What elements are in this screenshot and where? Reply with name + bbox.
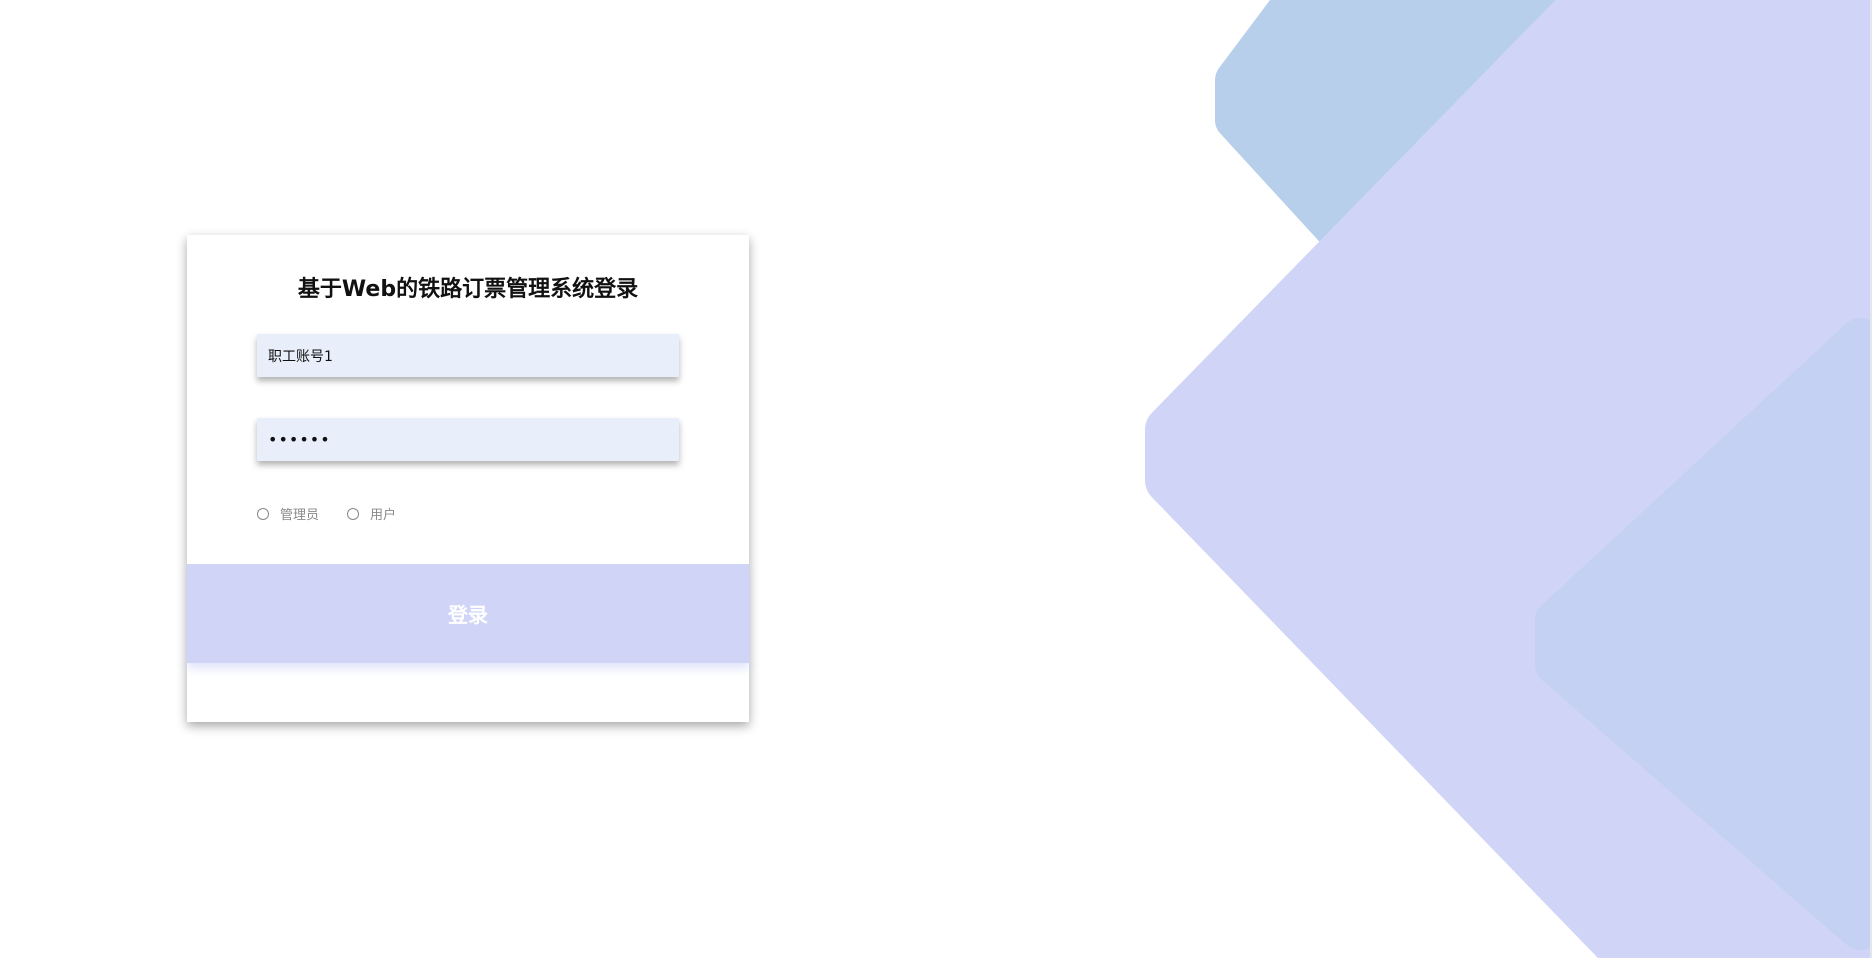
login-button[interactable]: 登录: [187, 564, 749, 663]
role-label: 管理员: [280, 508, 320, 523]
login-card: 基于Web的铁路订票管理系统登录 管理员 用户 登录: [187, 235, 749, 722]
radio-circle-icon[interactable]: [257, 507, 269, 520]
role-radio-group: 管理员 用户: [257, 504, 424, 523]
role-label: 用户: [370, 508, 397, 523]
password-input[interactable]: [257, 418, 679, 461]
radio-circle-icon[interactable]: [347, 507, 360, 520]
role-option-user[interactable]: 用户: [347, 504, 396, 523]
username-input[interactable]: [257, 334, 679, 377]
role-option-admin[interactable]: 管理员: [257, 504, 319, 523]
page-title: 基于Web的铁路订票管理系统登录: [297, 277, 639, 302]
